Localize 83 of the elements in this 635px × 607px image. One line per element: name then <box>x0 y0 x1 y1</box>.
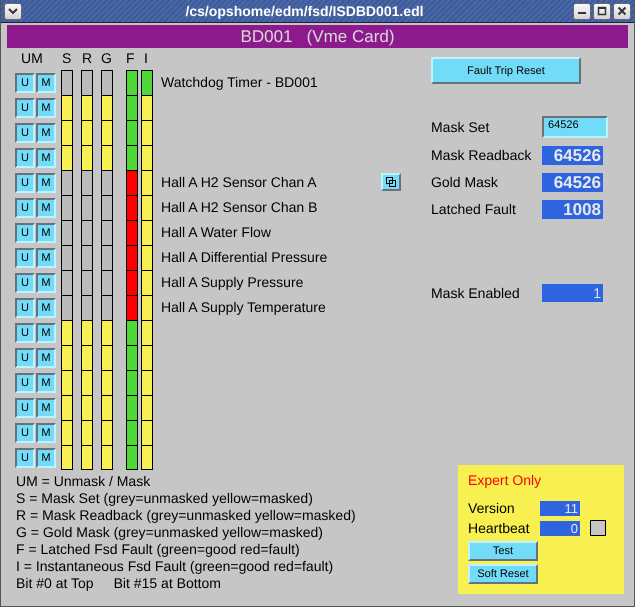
heartbeat-value: 0 <box>540 520 580 536</box>
close-button[interactable] <box>613 2 631 20</box>
chevron-down-icon <box>8 7 18 15</box>
expert-button[interactable]: Test <box>468 541 538 561</box>
mask-button[interactable]: M <box>36 448 56 468</box>
column-header: R <box>82 50 92 66</box>
window-title: /cs/opshome/edm/fsd/ISDBD001.edl <box>184 3 425 19</box>
panel-title: BD001 (Vme Card) <box>240 26 394 46</box>
mask-button[interactable]: M <box>36 73 56 93</box>
unmask-button[interactable]: U <box>15 148 35 168</box>
bit-label: Hall A H2 Sensor Chan B <box>161 199 318 215</box>
readout-value: 1008 <box>542 200 603 218</box>
mask-button[interactable]: M <box>36 373 56 393</box>
unmask-button[interactable]: U <box>15 448 35 468</box>
mask-enabled-value: 1 <box>542 284 603 302</box>
mask-button[interactable]: M <box>36 198 56 218</box>
bit-label: Hall A Supply Temperature <box>161 299 326 315</box>
legend-line: S = Mask Set (grey=unmasked yellow=masked) <box>16 490 314 507</box>
bit-label: Hall A Supply Pressure <box>161 274 304 290</box>
mask-button[interactable]: M <box>36 348 56 368</box>
unmask-button[interactable]: U <box>15 223 35 243</box>
column-header: UM <box>21 50 43 66</box>
version-label: Version <box>468 500 516 516</box>
related-display-button[interactable] <box>381 173 401 191</box>
window-menu-button[interactable] <box>4 2 22 20</box>
unmask-button[interactable]: U <box>15 273 35 293</box>
maximize-icon <box>597 6 607 16</box>
legend-line: F = Latched Fsd Fault (green=good red=fault) <box>16 541 301 558</box>
unmask-button[interactable]: U <box>15 348 35 368</box>
legend-line: G = Gold Mask (grey=unmasked yellow=masked) <box>16 524 324 541</box>
unmask-button[interactable]: U <box>15 323 35 343</box>
unmask-button[interactable]: U <box>15 248 35 268</box>
readout-label: Gold Mask <box>431 174 499 190</box>
overlapping-squares-icon <box>386 177 396 187</box>
bit-label: Hall A Water Flow <box>161 224 271 240</box>
bit-order-note: Bit #0 at Top <box>16 575 94 592</box>
mask-set-field[interactable]: 64526 <box>542 116 608 138</box>
mask-button[interactable]: M <box>36 123 56 143</box>
minimize-button[interactable] <box>573 2 591 20</box>
mask-button[interactable]: M <box>36 248 56 268</box>
readout-label: Mask Readback <box>431 147 532 163</box>
unmask-button[interactable]: U <box>15 398 35 418</box>
mask-button[interactable]: M <box>36 148 56 168</box>
legend-line: UM = Unmask / Mask <box>16 473 152 490</box>
readout-value: 64526 <box>542 146 603 164</box>
legend-line: R = Mask Readback (grey=unmasked yellow=masked) <box>16 507 356 524</box>
expert-title: Expert Only <box>468 472 542 488</box>
heartbeat-label: Heartbeat <box>468 520 530 536</box>
bit-label: Watchdog Timer - BD001 <box>161 74 318 90</box>
bit-label: Hall A H2 Sensor Chan A <box>161 174 317 190</box>
legend-line: I = Instantaneous Fsd Fault (green=good red=fault) <box>16 558 334 575</box>
mask-button[interactable]: M <box>36 273 56 293</box>
mask-button[interactable]: M <box>36 323 56 343</box>
mask-button[interactable]: M <box>36 423 56 443</box>
version-value: 11 <box>540 500 580 516</box>
mask-button[interactable]: M <box>36 298 56 318</box>
mask-set-label: Mask Set <box>431 119 490 135</box>
mask-button[interactable]: M <box>36 223 56 243</box>
heartbeat-indicator <box>590 520 606 536</box>
maximize-button[interactable] <box>593 2 611 20</box>
unmask-button[interactable]: U <box>15 98 35 118</box>
unmask-button[interactable]: U <box>15 373 35 393</box>
bit-label: Hall A Differential Pressure <box>161 249 328 265</box>
fault-trip-reset-button[interactable]: Fault Trip Reset <box>431 57 581 84</box>
bit-order-note: Bit #15 at Bottom <box>114 575 221 592</box>
mask-button[interactable]: M <box>36 98 56 118</box>
mask-button[interactable]: M <box>36 398 56 418</box>
expert-button[interactable]: Soft Reset <box>468 564 538 584</box>
mask-button[interactable]: M <box>36 173 56 193</box>
unmask-button[interactable]: U <box>15 423 35 443</box>
unmask-button[interactable]: U <box>15 73 35 93</box>
column-header: S <box>62 50 72 66</box>
unmask-button[interactable]: U <box>15 123 35 143</box>
unmask-button[interactable]: U <box>15 173 35 193</box>
close-icon <box>617 6 627 16</box>
column-header: I <box>144 50 148 66</box>
column-header: F <box>126 50 135 66</box>
readout-label: Latched Fault <box>431 201 517 217</box>
unmask-button[interactable]: U <box>15 198 35 218</box>
readout-value: 64526 <box>542 172 603 192</box>
unmask-button[interactable]: U <box>15 298 35 318</box>
mask-enabled-label: Mask Enabled <box>431 285 521 301</box>
column-header: G <box>101 50 112 66</box>
